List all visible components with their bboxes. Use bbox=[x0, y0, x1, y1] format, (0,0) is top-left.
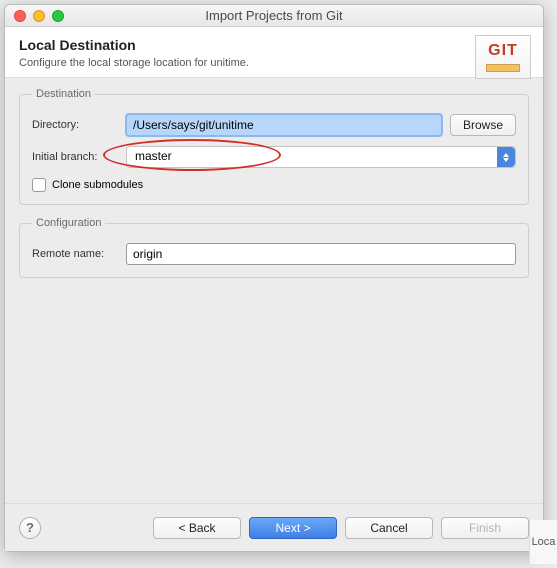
cancel-button[interactable]: Cancel bbox=[345, 517, 433, 539]
configuration-group: Configuration Remote name: bbox=[19, 217, 529, 278]
initial-branch-value: master bbox=[135, 149, 172, 163]
destination-legend: Destination bbox=[32, 88, 95, 100]
help-button[interactable]: ? bbox=[19, 517, 41, 539]
remote-name-row: Remote name: bbox=[32, 243, 516, 265]
titlebar: Import Projects from Git bbox=[5, 5, 543, 27]
dialog-window: Import Projects from Git Local Destinati… bbox=[4, 4, 544, 552]
window-title: Import Projects from Git bbox=[5, 8, 543, 23]
background-window-fragment: Loca bbox=[529, 520, 557, 564]
page-subtitle: Configure the local storage location for… bbox=[19, 57, 529, 69]
git-logo-icon: GIT bbox=[475, 35, 531, 79]
page-title: Local Destination bbox=[19, 37, 529, 53]
wizard-content: Destination Directory: Browse Initial br… bbox=[5, 78, 543, 503]
wizard-footer: ? < Back Next > Cancel Finish bbox=[5, 503, 543, 551]
directory-row: Directory: Browse bbox=[32, 114, 516, 136]
directory-label: Directory: bbox=[32, 119, 118, 131]
clone-submodules-row: Clone submodules bbox=[32, 178, 516, 192]
initial-branch-row: Initial branch: master bbox=[32, 146, 516, 168]
next-button[interactable]: Next > bbox=[249, 517, 337, 539]
clone-submodules-label[interactable]: Clone submodules bbox=[52, 179, 143, 191]
destination-group: Destination Directory: Browse Initial br… bbox=[19, 88, 529, 205]
browse-button[interactable]: Browse bbox=[450, 114, 516, 136]
initial-branch-label: Initial branch: bbox=[32, 151, 118, 163]
back-button[interactable]: < Back bbox=[153, 517, 241, 539]
finish-button: Finish bbox=[441, 517, 529, 539]
wizard-header: Local Destination Configure the local st… bbox=[5, 27, 543, 78]
chevron-updown-icon bbox=[497, 147, 515, 167]
clone-submodules-checkbox[interactable] bbox=[32, 178, 46, 192]
directory-input[interactable] bbox=[126, 114, 442, 136]
configuration-legend: Configuration bbox=[32, 217, 105, 229]
remote-name-label: Remote name: bbox=[32, 248, 118, 260]
remote-name-input[interactable] bbox=[126, 243, 516, 265]
initial-branch-select[interactable]: master bbox=[126, 146, 516, 168]
